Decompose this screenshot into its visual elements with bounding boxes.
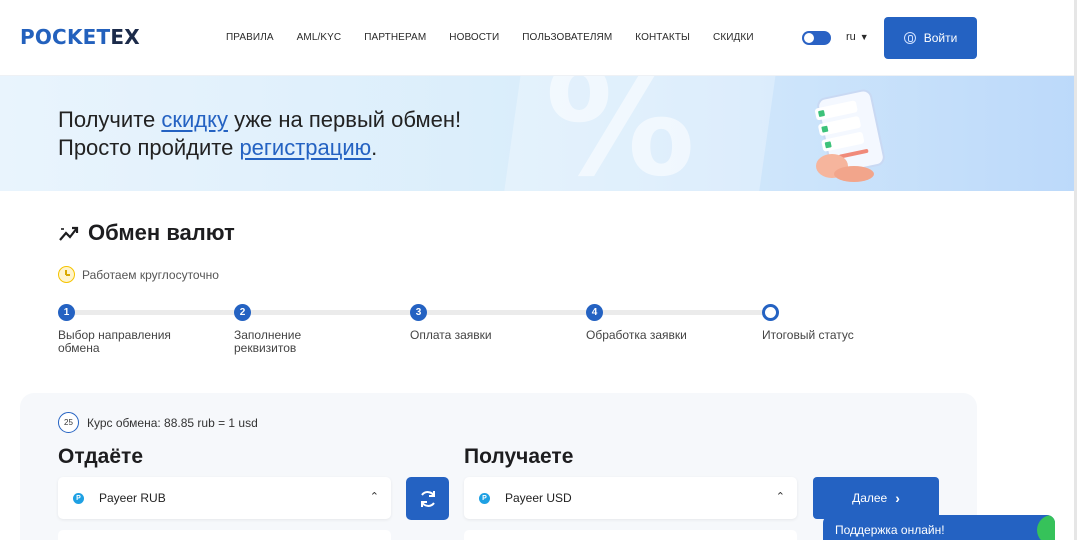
site-header: POCKETEX ПРАВИЛА AML/KYC ПАРТНЕРАМ НОВОС…: [0, 0, 1077, 76]
step-4-label: Обработка заявки: [586, 328, 687, 342]
give-currency-select[interactable]: P Payeer RUB ⌃: [58, 477, 391, 519]
nav-discounts[interactable]: СКИДКИ: [713, 32, 754, 43]
banner-line1-post: уже на первый обмен!: [227, 107, 462, 132]
nav-users[interactable]: ПОЛЬЗОВАТЕЛЯМ: [522, 32, 612, 43]
step-5-dot: [762, 304, 779, 321]
registration-link[interactable]: регистрацию: [239, 135, 371, 160]
language-select[interactable]: ru ▼: [846, 31, 869, 43]
logo[interactable]: POCKETEX: [20, 25, 140, 49]
logo-part2: EX: [110, 25, 140, 49]
logo-part1: POCKET: [20, 25, 111, 49]
nav-contacts[interactable]: КОНТАКТЫ: [635, 32, 690, 43]
nav-partners[interactable]: ПАРТНЕРАМ: [364, 32, 426, 43]
exchange-title: Обмен валют: [88, 220, 235, 245]
step-5-label: Итоговый статус: [762, 328, 854, 342]
step-4: 4 Обработка заявки: [586, 304, 687, 342]
step-1-label: Выбор направления обмена: [58, 328, 171, 355]
give-amount-field[interactable]: [58, 530, 391, 540]
discount-link[interactable]: скидку: [161, 107, 228, 132]
trend-icon: [59, 226, 79, 241]
banner-text: Получите скидку уже на первый обмен! Про…: [58, 106, 461, 162]
login-label: Войти: [923, 31, 958, 45]
swap-icon: [420, 490, 435, 507]
clock-icon: [58, 266, 75, 283]
exchange-heading: Обмен валют: [58, 220, 235, 246]
step-3: 3 Оплата заявки: [410, 304, 492, 342]
toggle-knob: [804, 33, 814, 43]
rate-timer: 25: [58, 412, 79, 433]
support-chat-widget[interactable]: Поддержка онлайн!: [823, 515, 1055, 540]
get-currency-value: Payeer USD: [505, 491, 572, 505]
support-label: Поддержка онлайн!: [835, 523, 945, 537]
exchange-rate: 25 Курс обмена: 88.85 rub = 1 usd: [58, 412, 258, 433]
working-hours-text: Работаем круглосуточно: [82, 267, 219, 282]
rate-text: Курс обмена: 88.85 rub = 1 usd: [87, 415, 258, 430]
payeer-icon: P: [479, 492, 490, 504]
chevron-up-icon: ⌃: [369, 491, 379, 503]
step-2-label: Заполнение реквизитов: [234, 328, 302, 355]
chevron-right-icon: ›: [895, 490, 900, 506]
get-currency-select[interactable]: P Payeer USD ⌃: [464, 477, 797, 519]
caret-down-icon: ▼: [859, 32, 869, 42]
theme-toggle[interactable]: [802, 31, 831, 45]
step-3-label: Оплата заявки: [410, 328, 492, 342]
online-indicator: [1037, 515, 1055, 540]
step-1-dot: 1: [58, 304, 75, 321]
language-value: ru: [846, 31, 856, 43]
chevron-up-icon: ⌃: [775, 491, 785, 503]
lock-icon: [903, 32, 916, 44]
get-title: Получаете: [464, 445, 574, 468]
step-4-dot: 4: [586, 304, 603, 321]
payeer-icon: P: [73, 492, 84, 504]
banner-line2-post: .: [371, 135, 378, 160]
step-2-dot: 2: [234, 304, 251, 321]
give-currency-value: Payeer RUB: [99, 491, 166, 505]
get-amount-field[interactable]: [464, 530, 797, 540]
step-5: Итоговый статус: [762, 304, 854, 342]
next-button[interactable]: Далее ›: [813, 477, 939, 519]
swap-button[interactable]: [406, 477, 449, 520]
step-3-dot: 3: [410, 304, 427, 321]
percent-icon: %: [545, 76, 696, 191]
working-hours: Работаем круглосуточно: [58, 266, 219, 283]
step-2: 2 Заполнение реквизитов: [234, 304, 301, 355]
nav-rules[interactable]: ПРАВИЛА: [226, 32, 274, 43]
nav-news[interactable]: НОВОСТИ: [449, 32, 499, 43]
banner-line2-pre: Просто пройдите: [58, 135, 240, 160]
step-1: 1 Выбор направления обмена: [58, 304, 171, 355]
banner-line1-pre: Получите: [58, 107, 162, 132]
nav-aml-kyc[interactable]: AML/KYC: [297, 32, 342, 43]
phone-checklist-illustration: [814, 89, 885, 182]
login-button[interactable]: Войти: [884, 17, 977, 59]
main-nav: ПРАВИЛА AML/KYC ПАРТНЕРАМ НОВОСТИ ПОЛЬЗО…: [226, 32, 777, 43]
promo-banner: % Получите скидку уже на первый обмен! П…: [0, 76, 1077, 191]
next-label: Далее: [852, 491, 888, 505]
give-title: Отдаёте: [58, 445, 143, 468]
